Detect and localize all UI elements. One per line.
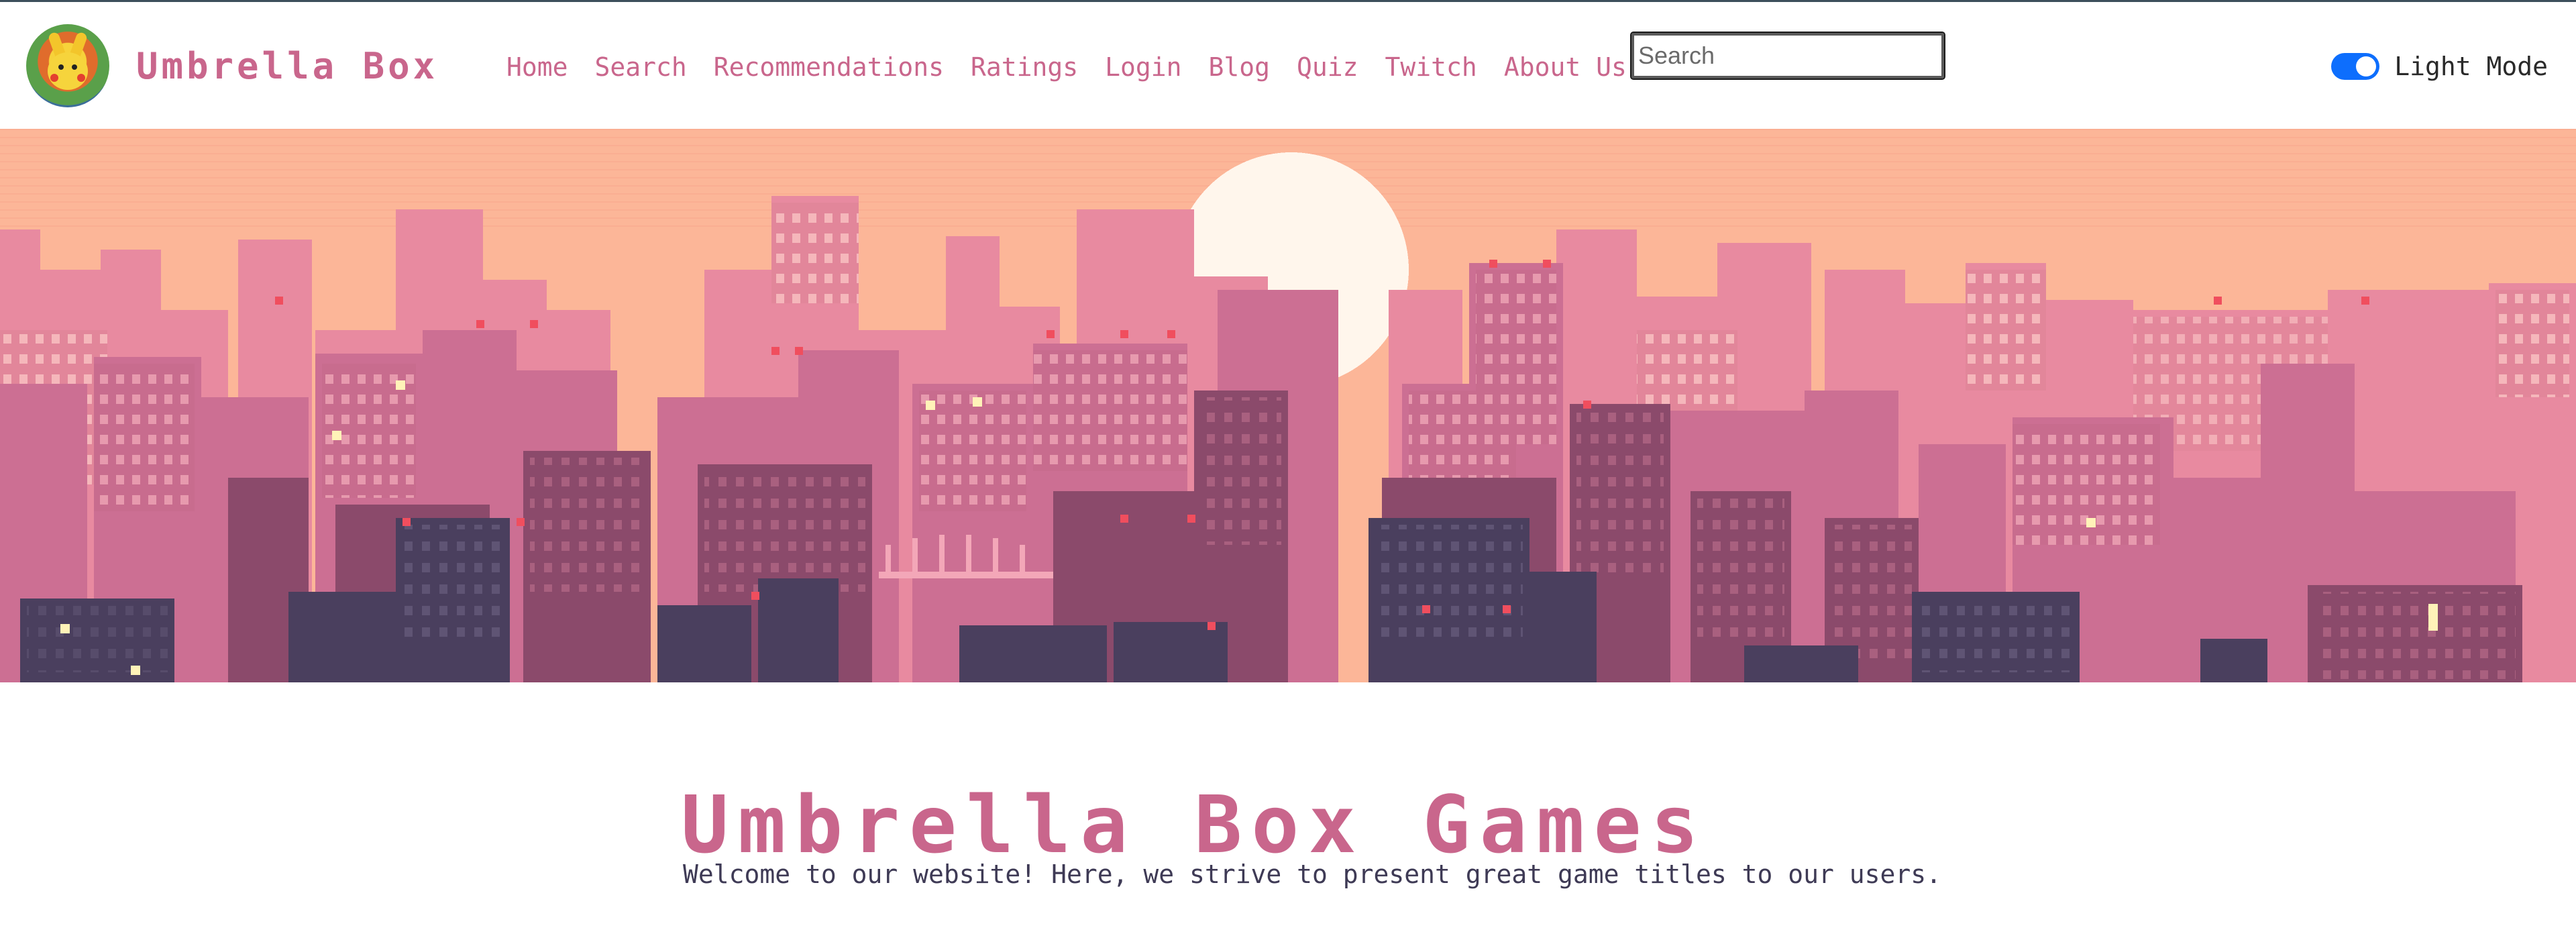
logo-cheek xyxy=(50,74,58,82)
logo-face xyxy=(48,52,88,90)
brand-name[interactable]: Umbrella Box xyxy=(136,40,438,93)
search-input[interactable] xyxy=(1630,32,1945,80)
logo-eye xyxy=(72,64,77,70)
theme-toggle-switch[interactable] xyxy=(2331,53,2380,80)
nav-link-ratings[interactable]: Ratings xyxy=(971,52,1078,82)
logo-eye xyxy=(58,64,64,70)
theme-toggle-group: Light Mode xyxy=(2331,46,2548,87)
nav-link-recommendations[interactable]: Recommendations xyxy=(714,52,944,82)
nav-links: Home Search Recommendations Ratings Logi… xyxy=(506,44,1654,91)
nav-link-twitch[interactable]: Twitch xyxy=(1385,52,1477,82)
welcome-text: Welcome to our website! Here, we strive … xyxy=(683,860,1941,889)
nav-link-about-us[interactable]: About Us xyxy=(1504,52,1627,82)
toggle-knob xyxy=(2356,56,2377,76)
theme-toggle-label: Light Mode xyxy=(2394,52,2548,81)
hero-banner xyxy=(0,129,2576,682)
nav-link-search[interactable]: Search xyxy=(595,52,687,82)
nav-link-blog[interactable]: Blog xyxy=(1209,52,1271,82)
nav-link-quiz[interactable]: Quiz xyxy=(1297,52,1358,82)
logo-avatar-icon[interactable] xyxy=(26,24,109,107)
nav-link-home[interactable]: Home xyxy=(506,52,568,82)
pixel-city-skyline-image xyxy=(0,129,2576,682)
logo-cheek xyxy=(77,74,85,82)
navbar: Umbrella Box Home Search Recommendations… xyxy=(0,2,2576,129)
nav-link-login[interactable]: Login xyxy=(1105,52,1181,82)
